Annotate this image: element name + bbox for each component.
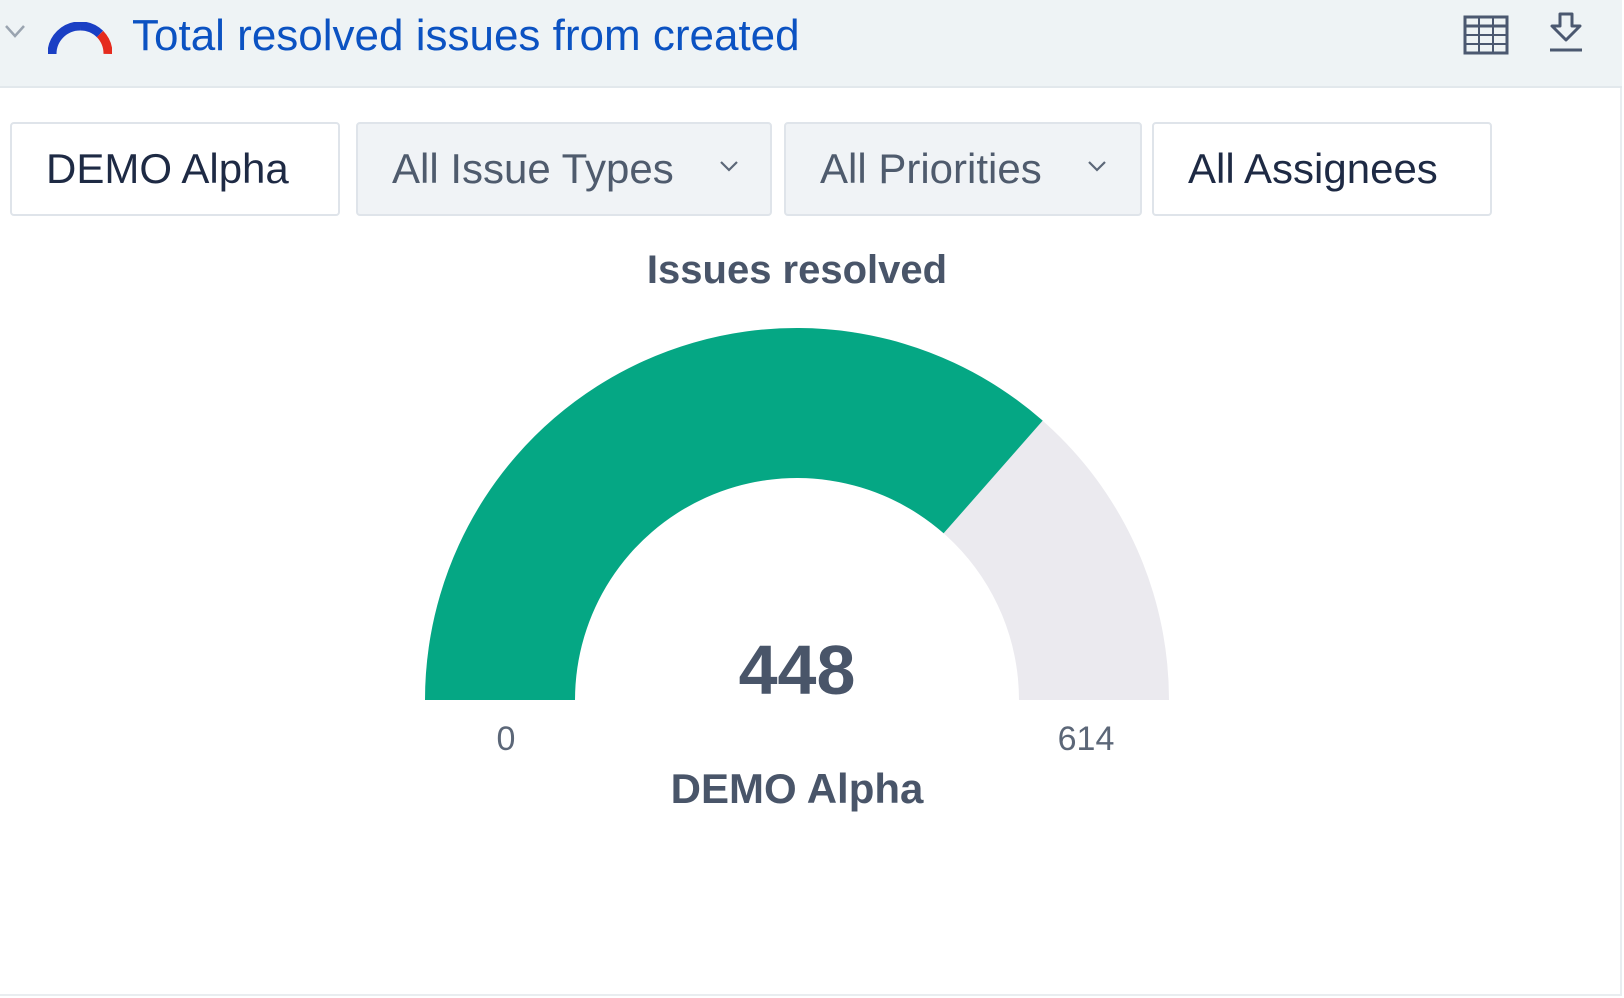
- gauge-max-label: 614: [1058, 720, 1115, 758]
- gauge-min-label: 0: [497, 720, 516, 758]
- chart-title: Issues resolved: [647, 248, 947, 292]
- gauge-value-arc: [425, 328, 1043, 700]
- gauge-value-label: 448: [739, 631, 856, 709]
- gauge-chart: Issues resolved 448 0 614 DEMO Alpha: [425, 248, 1169, 812]
- gadget-panel: Total resolved issues from created DEMO …: [0, 0, 1622, 996]
- gauge-category-label: DEMO Alpha: [671, 765, 924, 812]
